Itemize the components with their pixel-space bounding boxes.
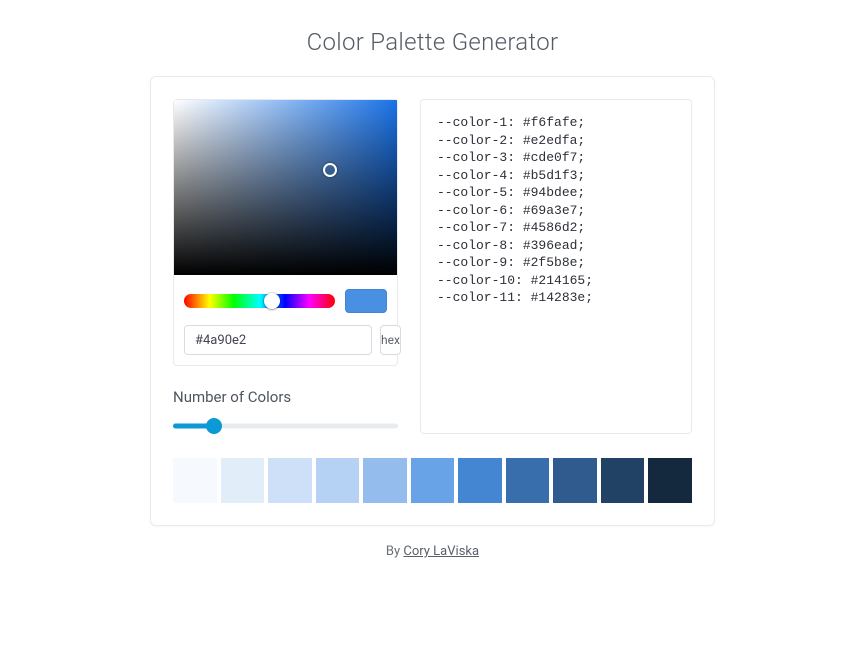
hue-slider[interactable] (184, 294, 335, 308)
num-colors-slider[interactable] (173, 416, 398, 436)
slider-thumb[interactable] (206, 418, 222, 434)
palette-row (173, 458, 692, 503)
palette-swatch[interactable] (316, 458, 360, 503)
sv-cursor[interactable] (323, 163, 337, 177)
css-output-panel[interactable]: --color-1: #f6fafe; --color-2: #e2edfa; … (420, 99, 692, 434)
author-link[interactable]: Cory LaViska (403, 544, 479, 559)
saturation-value-panel[interactable] (174, 100, 397, 275)
slider-label: Number of Colors (173, 388, 398, 406)
footer-attribution: By Cory LaViska (0, 544, 865, 559)
palette-swatch[interactable] (268, 458, 312, 503)
current-color-swatch[interactable] (345, 289, 387, 313)
page-title: Color Palette Generator (0, 0, 865, 76)
hue-thumb[interactable] (264, 293, 280, 309)
hex-input[interactable] (184, 325, 372, 355)
palette-swatch[interactable] (363, 458, 407, 503)
footer-prefix: By (386, 544, 403, 559)
palette-swatch[interactable] (506, 458, 550, 503)
left-column: hex Number of Colors (173, 99, 398, 436)
palette-swatch[interactable] (221, 458, 265, 503)
main-card: hex Number of Colors --color-1: #f6fafe;… (150, 76, 715, 526)
palette-swatch[interactable] (601, 458, 645, 503)
format-toggle-button[interactable]: hex (380, 325, 401, 355)
palette-swatch[interactable] (648, 458, 692, 503)
palette-swatch[interactable] (553, 458, 597, 503)
palette-swatch[interactable] (173, 458, 217, 503)
color-picker: hex (173, 99, 398, 366)
palette-swatch[interactable] (411, 458, 455, 503)
palette-swatch[interactable] (458, 458, 502, 503)
